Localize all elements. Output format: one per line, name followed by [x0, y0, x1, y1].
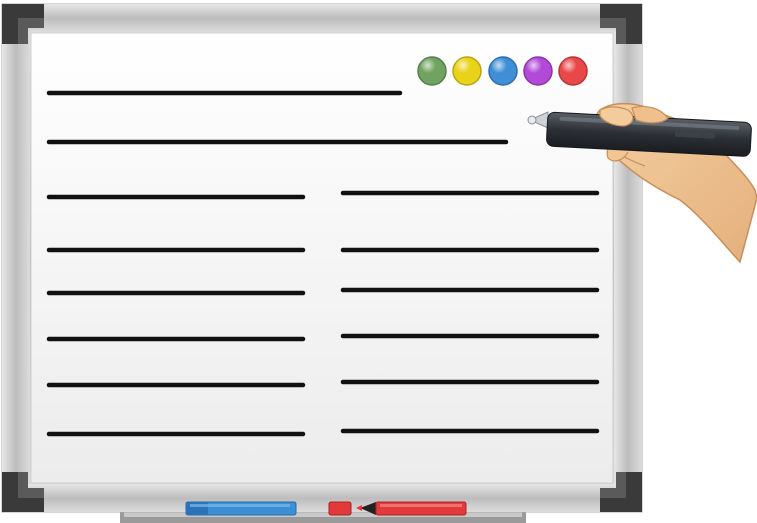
color-swatch-blue[interactable]: [488, 56, 518, 86]
red-marker-icon[interactable]: [328, 501, 467, 516]
blue-marker-icon[interactable]: [185, 501, 297, 516]
color-swatch-green[interactable]: [417, 56, 447, 86]
color-swatch-red[interactable]: [558, 56, 588, 86]
whiteboard-svg: [1, 3, 757, 523]
whiteboard-scene: [0, 0, 757, 523]
color-swatch-yellow[interactable]: [452, 56, 482, 86]
color-swatch-purple[interactable]: [523, 56, 553, 86]
board-surface: [30, 32, 614, 484]
